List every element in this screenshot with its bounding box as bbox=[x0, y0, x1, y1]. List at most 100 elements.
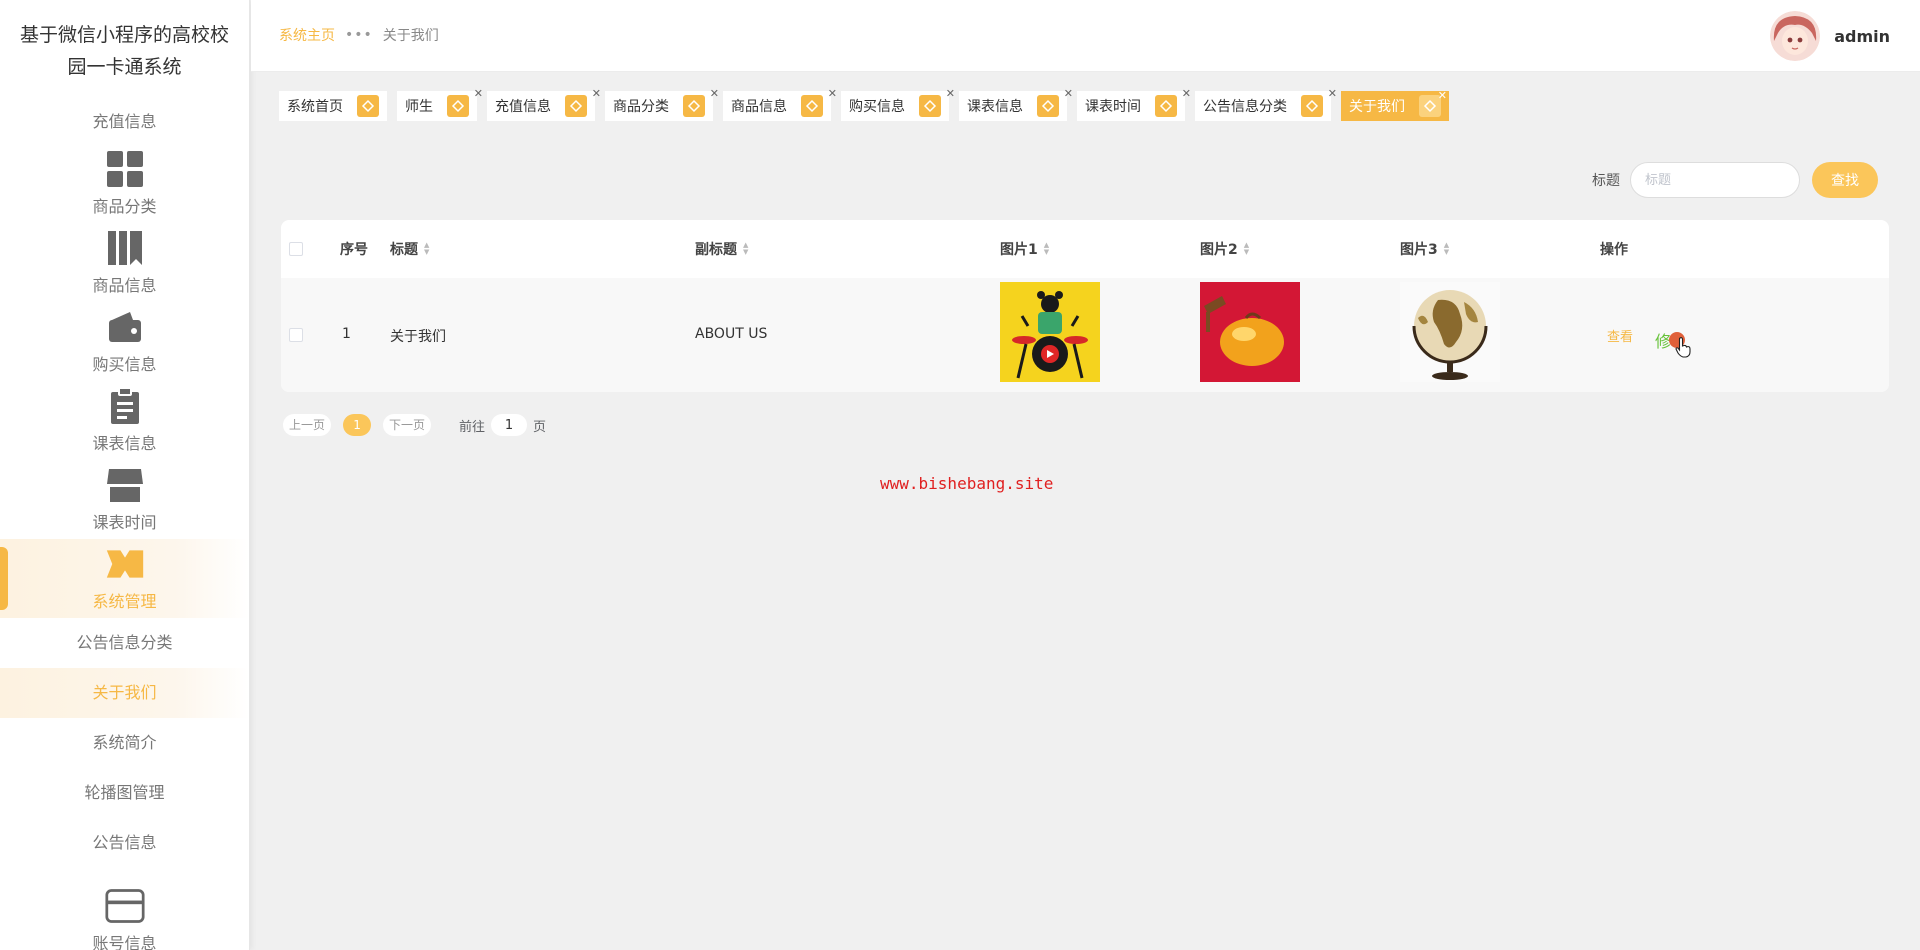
tag-notice-category[interactable]: 公告信息分类 ✕ bbox=[1195, 87, 1337, 121]
search-bar: 标题 查找 bbox=[1592, 162, 1878, 198]
cell-index: 1 bbox=[342, 326, 351, 342]
column-header-title[interactable]: 标题 ▲ ▼ bbox=[390, 239, 429, 259]
goto-page-input[interactable] bbox=[491, 414, 528, 436]
menu-item-schedule-info[interactable]: 课表信息 bbox=[0, 381, 249, 460]
edit-button[interactable]: 修 bbox=[1655, 322, 1693, 358]
shop-icon bbox=[105, 465, 145, 505]
image2-thumbnail[interactable] bbox=[1200, 282, 1300, 382]
view-button[interactable]: 查看 bbox=[1607, 326, 1633, 345]
system-title: 基于微信小程序的高校校 园一卡通系统 bbox=[0, 0, 249, 100]
table-row: 1 关于我们 ABOUT US 查看 修 bbox=[281, 278, 1889, 392]
column-header-subtitle[interactable]: 副标题 ▲ ▼ bbox=[695, 239, 748, 259]
tag-icon bbox=[447, 95, 469, 117]
menu-item-goods-category[interactable]: 商品分类 bbox=[0, 144, 249, 223]
menu-item-goods-info[interactable]: 商品信息 bbox=[0, 223, 249, 302]
submenu-item-notice-info[interactable]: 公告信息 bbox=[0, 818, 249, 868]
tag-label: 商品分类 bbox=[613, 99, 669, 115]
breadcrumb-separator: ••• bbox=[345, 27, 373, 43]
active-indicator bbox=[0, 547, 8, 610]
row-checkbox[interactable] bbox=[289, 328, 303, 342]
tag-label: 课表信息 bbox=[967, 99, 1023, 115]
tag-about-us[interactable]: 关于我们 ✕ bbox=[1341, 89, 1449, 121]
column-header-image1[interactable]: 图片1 ▲ ▼ bbox=[1000, 239, 1049, 259]
close-icon[interactable]: ✕ bbox=[474, 87, 483, 100]
menu-item-account-info[interactable]: 账号信息 bbox=[0, 868, 249, 950]
ticket-icon bbox=[105, 544, 145, 584]
close-icon[interactable]: ✕ bbox=[1328, 87, 1337, 100]
menu-label: 商品分类 bbox=[92, 197, 157, 216]
breadcrumb-current: 关于我们 bbox=[382, 28, 439, 44]
grid-icon bbox=[105, 149, 145, 189]
tag-label: 关于我们 bbox=[1349, 99, 1405, 115]
sort-icon[interactable]: ▲ ▼ bbox=[1244, 242, 1249, 256]
pagination: 上一页 1 下一页 前往 页 bbox=[283, 414, 546, 436]
sort-icon[interactable]: ▲ ▼ bbox=[1044, 242, 1049, 256]
tag-purchase-info[interactable]: 购买信息 ✕ bbox=[841, 87, 955, 121]
search-input[interactable] bbox=[1630, 162, 1800, 198]
image3-thumbnail[interactable] bbox=[1400, 282, 1500, 382]
system-title-line1: 基于微信小程序的高校校 bbox=[19, 24, 229, 46]
close-icon[interactable]: ✕ bbox=[946, 87, 955, 100]
menu-item-recharge[interactable]: 充值信息 bbox=[0, 100, 249, 144]
close-icon[interactable]: ✕ bbox=[710, 87, 719, 100]
tag-schedule-time[interactable]: 课表时间 ✕ bbox=[1077, 87, 1191, 121]
tag-label: 课表时间 bbox=[1085, 99, 1141, 115]
sidebar: 基于微信小程序的高校校 园一卡通系统 充值信息 商品分类 商品信息 购买信息 课… bbox=[0, 0, 250, 950]
submenu-item-carousel[interactable]: 轮播图管理 bbox=[0, 768, 249, 818]
close-icon[interactable]: ✕ bbox=[1182, 87, 1191, 100]
tag-label: 充值信息 bbox=[495, 99, 551, 115]
clipboard-icon bbox=[105, 386, 145, 426]
submenu-item-about-us[interactable]: 关于我们 bbox=[0, 668, 249, 718]
search-button[interactable]: 查找 bbox=[1812, 162, 1878, 198]
column-header-image3[interactable]: 图片3 ▲ ▼ bbox=[1400, 239, 1449, 259]
tag-icon bbox=[1301, 95, 1323, 117]
menu-label: 账号信息 bbox=[92, 934, 157, 950]
menu-label: 商品信息 bbox=[92, 276, 157, 295]
breadcrumb-home[interactable]: 系统主页 bbox=[279, 25, 335, 45]
tag-icon bbox=[1155, 95, 1177, 117]
breadcrumb: 系统主页 ••• 关于我们 bbox=[279, 25, 439, 45]
tag-icon bbox=[801, 95, 823, 117]
tag-label: 师生 bbox=[405, 99, 433, 115]
close-icon[interactable]: ✕ bbox=[828, 87, 837, 100]
next-page-button[interactable]: 下一页 bbox=[383, 414, 432, 436]
user-menu[interactable]: admin bbox=[1770, 11, 1890, 61]
menu-item-purchase-info[interactable]: 购买信息 bbox=[0, 302, 249, 381]
tag-teacher-student[interactable]: 师生 ✕ bbox=[397, 87, 483, 121]
goto-label: 前往 bbox=[459, 419, 486, 435]
tags-view: 系统首页 师生 ✕ 充值信息 ✕ 商品分类 ✕ 商品信息 ✕ 购买信息 ✕ 课表信息 ✕ 课… bbox=[279, 87, 1459, 121]
tag-schedule-info[interactable]: 课表信息 ✕ bbox=[959, 87, 1073, 121]
sort-icon[interactable]: ▲ ▼ bbox=[1444, 242, 1449, 256]
tag-icon bbox=[1037, 95, 1059, 117]
menu-item-schedule-time[interactable]: 课表时间 bbox=[0, 460, 249, 539]
select-all-checkbox[interactable] bbox=[289, 242, 303, 256]
menu-label: 系统管理 bbox=[92, 592, 157, 611]
sort-icon[interactable]: ▲ ▼ bbox=[424, 242, 429, 256]
tag-home[interactable]: 系统首页 bbox=[279, 91, 387, 121]
image1-thumbnail[interactable] bbox=[1000, 282, 1100, 382]
sort-icon[interactable]: ▲ ▼ bbox=[743, 242, 748, 256]
close-icon[interactable]: ✕ bbox=[1438, 89, 1447, 102]
avatar[interactable] bbox=[1770, 11, 1821, 61]
tag-label: 商品信息 bbox=[731, 99, 787, 115]
tag-goods-category[interactable]: 商品分类 ✕ bbox=[605, 87, 719, 121]
menu-label: 课表时间 bbox=[92, 513, 157, 532]
close-icon[interactable]: ✕ bbox=[592, 87, 601, 100]
page-number-current[interactable]: 1 bbox=[343, 414, 372, 436]
column-header-image2[interactable]: 图片2 ▲ ▼ bbox=[1200, 239, 1249, 259]
data-table: 序号 标题 ▲ ▼ 副标题 ▲ ▼ 图片1 ▲ ▼ 图片2 ▲ ▼ 图片3 ▲ ▼ 操作 1 关于我… bbox=[281, 220, 1889, 392]
tag-icon bbox=[565, 95, 587, 117]
card-icon bbox=[104, 886, 145, 926]
menu-label: 购买信息 bbox=[92, 355, 157, 374]
submenu-item-system-intro[interactable]: 系统简介 bbox=[0, 718, 249, 768]
prev-page-button[interactable]: 上一页 bbox=[283, 414, 332, 436]
menu-item-system-management[interactable]: 系统管理 bbox=[0, 539, 249, 618]
tag-goods-info[interactable]: 商品信息 ✕ bbox=[723, 87, 837, 121]
top-header: 系统主页 ••• 关于我们 admin bbox=[251, 0, 1920, 72]
search-label: 标题 bbox=[1592, 173, 1620, 189]
tag-recharge[interactable]: 充值信息 ✕ bbox=[487, 87, 601, 121]
close-icon[interactable]: ✕ bbox=[1064, 87, 1073, 100]
pointer-cursor-icon bbox=[1675, 337, 1691, 358]
submenu-item-notice-category[interactable]: 公告信息分类 bbox=[0, 618, 249, 668]
username[interactable]: admin bbox=[1834, 27, 1890, 46]
